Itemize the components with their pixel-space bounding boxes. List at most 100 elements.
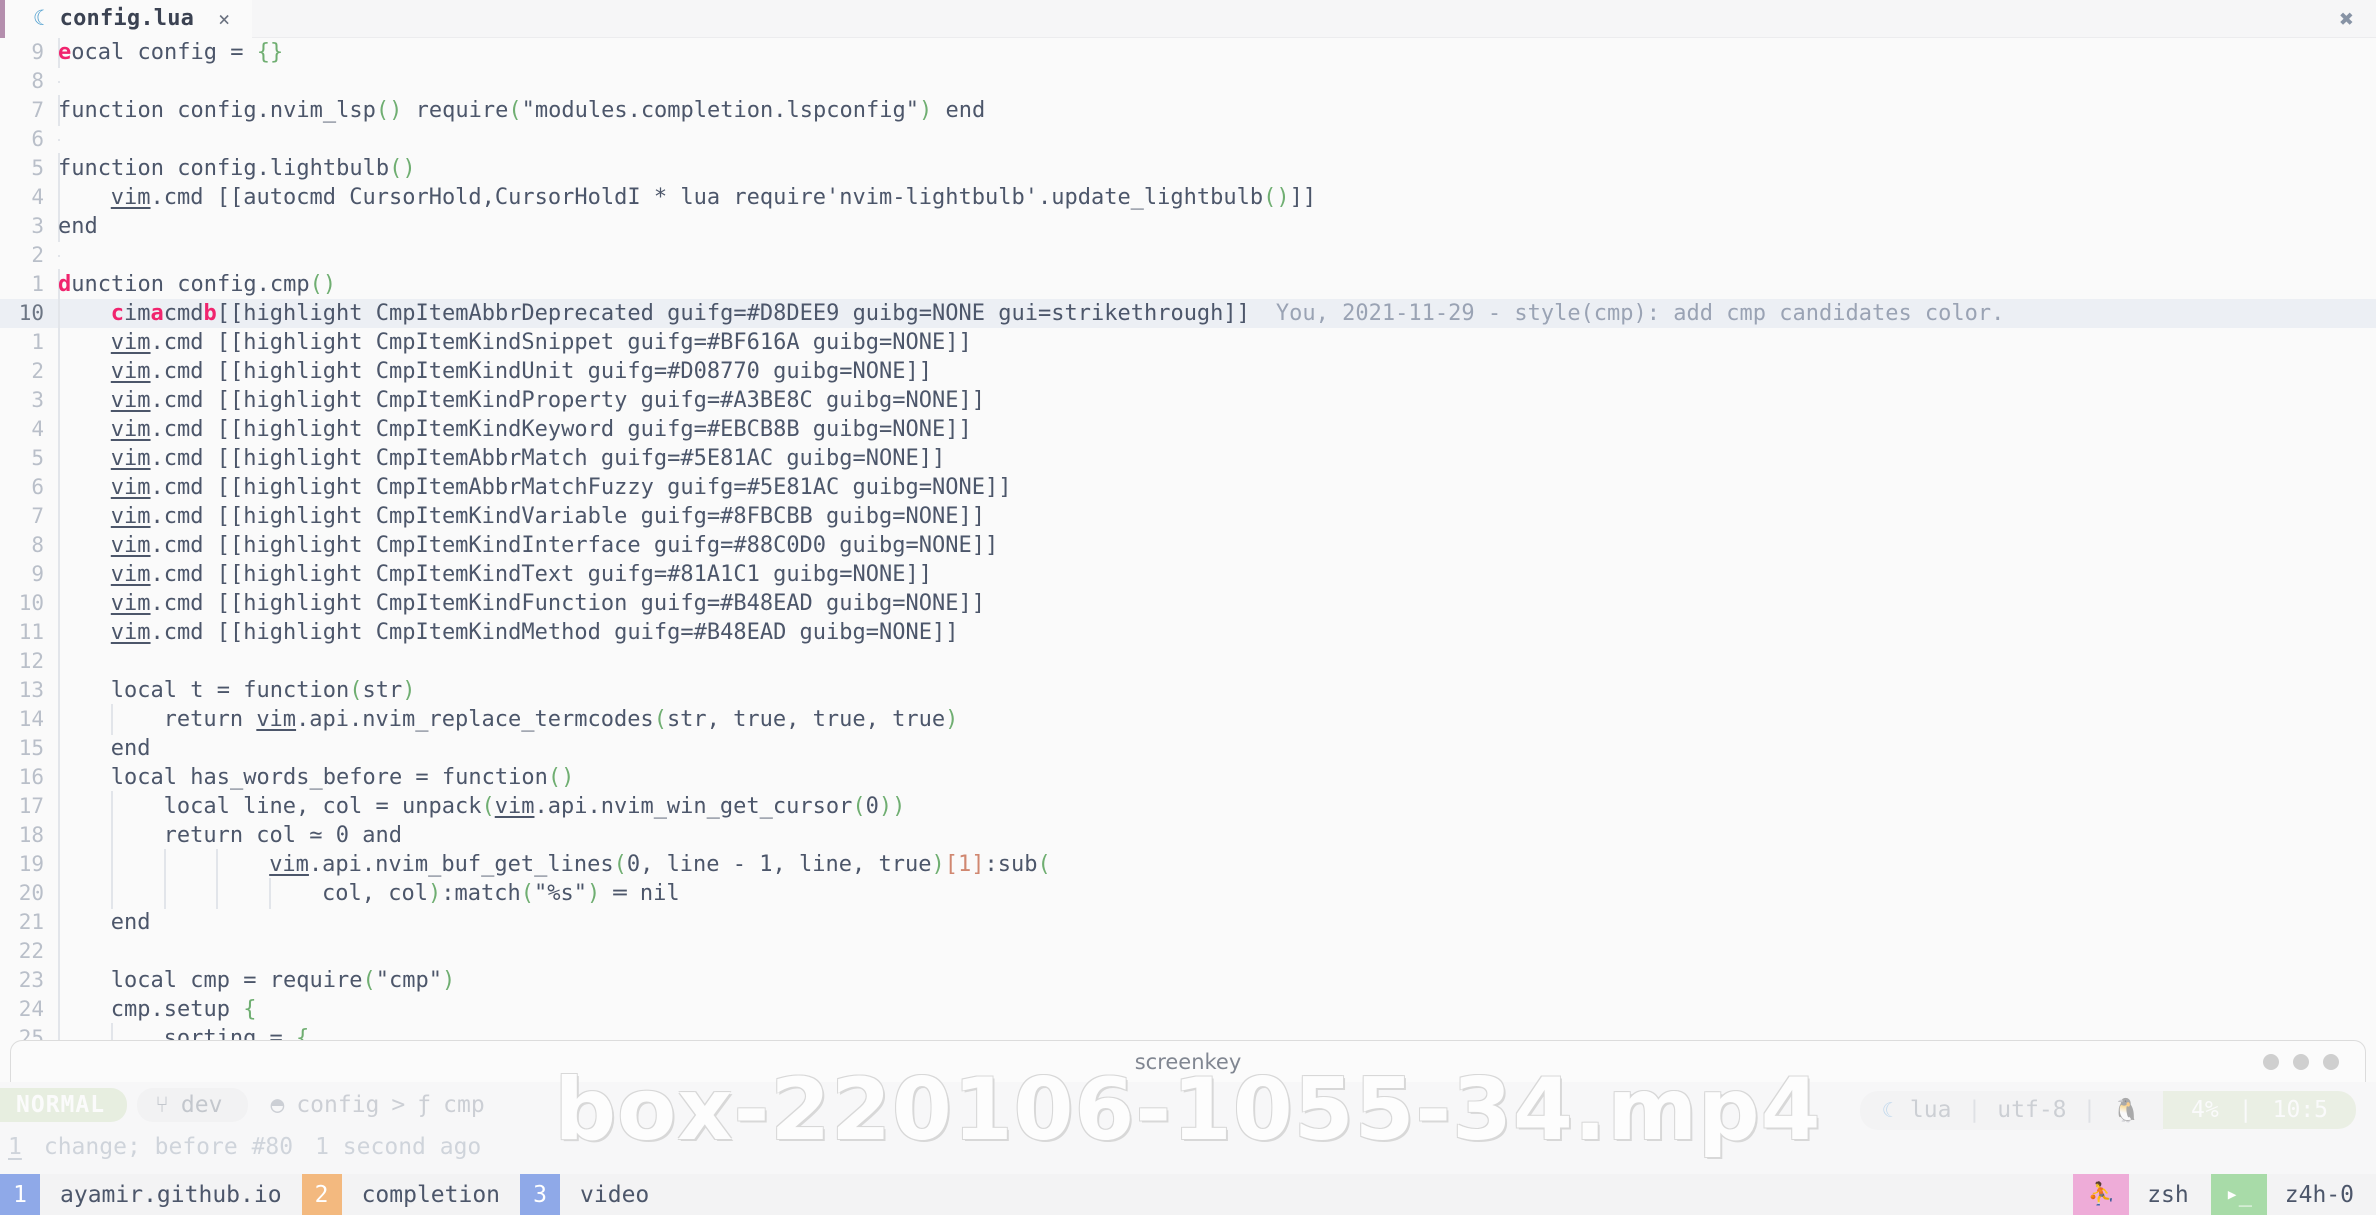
- code-text[interactable]: vim.cmd [[highlight CmpItemKindUnit guif…: [58, 356, 2376, 387]
- code-line[interactable]: 4 vim.cmd [[highlight CmpItemKindKeyword …: [0, 414, 2376, 445]
- code-line[interactable]: 11 vim.cmd [[highlight CmpItemKindMethod …: [0, 617, 2376, 648]
- tmux-window-index: 1: [0, 1174, 40, 1215]
- line-number: 2: [31, 359, 44, 383]
- code-text[interactable]: vim.cmd [[highlight CmpItemKindVariable …: [58, 501, 2376, 532]
- code-text[interactable]: vim.cmd [[highlight CmpItemKindText guif…: [58, 559, 2376, 590]
- code-line[interactable]: 6 vim.cmd [[highlight CmpItemAbbrMatchFuz…: [0, 472, 2376, 503]
- line-number: 13: [18, 678, 44, 702]
- tmux-window-ayamir.github.io[interactable]: 1 ayamir.github.io: [0, 1174, 302, 1215]
- code-text[interactable]: [58, 646, 2376, 677]
- breadcrumb-separator: >: [391, 1092, 406, 1118]
- code-line[interactable]: 8 vim.cmd [[highlight CmpItemKindInterfac…: [0, 530, 2376, 561]
- code-line[interactable]: 1 dunction config.cmp(): [0, 269, 2376, 300]
- code-text[interactable]: local t = function(str): [58, 675, 2376, 706]
- line-number: 9: [31, 40, 44, 64]
- status-git-branch[interactable]: ⑂ dev: [137, 1088, 249, 1122]
- code-text[interactable]: vim.cmd [[highlight CmpItemKindProperty …: [58, 385, 2376, 416]
- code-text[interactable]: local has_words_before = function(): [58, 762, 2376, 793]
- code-line[interactable]: 22: [0, 936, 2376, 967]
- code-text[interactable]: col, col):match("%s") ═ nil: [58, 878, 2376, 909]
- code-text[interactable]: cmp.setup {: [58, 994, 2376, 1025]
- code-line[interactable]: 6: [0, 125, 2376, 154]
- undo-count: 1: [8, 1134, 22, 1160]
- code-text[interactable]: vim.cmd [[highlight CmpItemKindFunction …: [58, 588, 2376, 619]
- code-text-content: vim.cmd [[highlight CmpItemKindFunction …: [110, 591, 985, 616]
- code-line[interactable]: 16 local has_words_before = function(): [0, 762, 2376, 793]
- code-line[interactable]: 9 vim.cmd [[highlight CmpItemKindText gui…: [0, 559, 2376, 590]
- tmux-window-video[interactable]: 3 video: [520, 1174, 669, 1215]
- window-dot-icon[interactable]: [2293, 1053, 2309, 1070]
- code-line[interactable]: 13 local t = function(str): [0, 675, 2376, 706]
- code-line[interactable]: 5 function config.lightbulb(): [0, 153, 2376, 184]
- line-number: 3: [31, 388, 44, 412]
- code-line[interactable]: 17 local line, col = unpack(vim.api.nvim_…: [0, 791, 2376, 822]
- window-dot-icon[interactable]: [2323, 1053, 2339, 1070]
- code-line[interactable]: 9 eocal config = {}: [0, 38, 2376, 68]
- tmux-window-list[interactable]: 1 ayamir.github.io 2 completion 3 video: [0, 1174, 669, 1215]
- editor-area[interactable]: 9 eocal config = {} 8 7 function config.nvim…: [0, 38, 2376, 1048]
- code-text-content: local cmp = require("cmp"): [110, 968, 456, 993]
- code-text[interactable]: eocal config = {}: [58, 38, 2376, 68]
- tmux-window-completion[interactable]: 2 completion: [301, 1174, 520, 1215]
- code-text[interactable]: [58, 936, 2376, 967]
- code-line[interactable]: 4 vim.cmd [[autocmd CursorHold,CursorHold…: [0, 182, 2376, 213]
- code-text[interactable]: vim.cmd [[highlight CmpItemKindSnippet g…: [58, 327, 2376, 358]
- code-text[interactable]: vim.cmd [[highlight CmpItemKindInterface…: [58, 530, 2376, 561]
- status-file-info: ☾ lua | utf-8 | 🐧: [1859, 1090, 2164, 1130]
- code-line[interactable]: 21 end: [0, 907, 2376, 938]
- line-number: 4: [31, 185, 44, 209]
- code-text[interactable]: vim.cmd [[highlight CmpItemAbbrMatchFuzz…: [58, 472, 2376, 503]
- code-line[interactable]: 1 vim.cmd [[highlight CmpItemKindSnippet …: [0, 327, 2376, 358]
- code-line[interactable]: 18 return col ≃ 0 and: [0, 820, 2376, 851]
- code-line[interactable]: 20 col, col):match("%s") ═ nil: [0, 878, 2376, 909]
- code-line[interactable]: 15 end: [0, 733, 2376, 764]
- window-close-icon[interactable]: ✖: [2340, 5, 2354, 33]
- code-line[interactable]: 14 return vim.api.nvim_replace_termcodes(…: [0, 704, 2376, 735]
- code-line[interactable]: 23 local cmp = require("cmp"): [0, 965, 2376, 996]
- code-text[interactable]: end: [58, 907, 2376, 938]
- code-line[interactable]: 7 vim.cmd [[highlight CmpItemKindVariable…: [0, 501, 2376, 532]
- buffer-tab-config-lua[interactable]: ☾ config.lua ×: [5, 0, 253, 38]
- code-line[interactable]: 12: [0, 646, 2376, 677]
- window-dot-icon[interactable]: [2263, 1053, 2279, 1070]
- screenkey-window[interactable]: screenkey: [10, 1040, 2366, 1082]
- code-text-content: [58, 939, 111, 964]
- code-line[interactable]: 24 cmp.setup {: [0, 994, 2376, 1025]
- code-text[interactable]: function config.nvim_lsp() require("modu…: [58, 95, 2376, 126]
- terminal-icon: ▸_: [2210, 1174, 2267, 1215]
- line-number: 5: [31, 446, 44, 470]
- screenkey-window-controls[interactable]: [2263, 1053, 2339, 1070]
- code-text[interactable]: local cmp = require("cmp"): [58, 965, 2376, 996]
- code-text[interactable]: dunction config.cmp(): [58, 269, 2376, 300]
- code-line[interactable]: 10 vim.cmd [[highlight CmpItemKindFunctio…: [0, 588, 2376, 619]
- code-text[interactable]: vim.cmd [[autocmd CursorHold,CursorHoldI…: [58, 182, 2376, 213]
- code-text[interactable]: return vim.api.nvim_replace_termcodes(st…: [58, 704, 2376, 735]
- code-line[interactable]: 2: [0, 241, 2376, 270]
- line-number: 17: [18, 794, 44, 818]
- line-number: 14: [18, 707, 44, 731]
- code-text[interactable]: cimacmdb[[highlight CmpItemAbbrDeprecate…: [58, 298, 2376, 329]
- code-line[interactable]: 5 vim.cmd [[highlight CmpItemAbbrMatch gu…: [0, 443, 2376, 474]
- code-text[interactable]: end: [58, 733, 2376, 764]
- code-text[interactable]: end: [58, 211, 2376, 242]
- tmux-right-label: z4h-0: [2284, 1181, 2354, 1208]
- code-line[interactable]: 3 end: [0, 211, 2376, 242]
- code-line[interactable]: 8: [0, 67, 2376, 96]
- code-text-content: return col ≃ 0 and: [163, 823, 403, 848]
- code-text[interactable]: vim.cmd [[highlight CmpItemKindKeyword g…: [58, 414, 2376, 445]
- code-text[interactable]: vim.api.nvim_buf_get_lines(0, line - 1, …: [58, 849, 2376, 880]
- code-text[interactable]: vim.cmd [[highlight CmpItemAbbrMatch gui…: [58, 443, 2376, 474]
- indent-guides: [58, 936, 2376, 967]
- code-text[interactable]: local line, col = unpack(vim.api.nvim_wi…: [58, 791, 2376, 822]
- close-icon[interactable]: ×: [218, 7, 230, 31]
- code-line-cursor[interactable]: 10 cimacmdb[[highlight CmpItemAbbrDepreca…: [0, 298, 2376, 329]
- code-line[interactable]: 2 vim.cmd [[highlight CmpItemKindUnit gui…: [0, 356, 2376, 387]
- line-number: 2: [31, 243, 44, 267]
- code-line[interactable]: 19 vim.api.nvim_buf_get_lines(0, line - 1…: [0, 849, 2376, 880]
- code-line[interactable]: 7 function config.nvim_lsp() require("mod…: [0, 95, 2376, 126]
- code-text[interactable]: vim.cmd [[highlight CmpItemKindMethod gu…: [58, 617, 2376, 648]
- code-text[interactable]: return col ≃ 0 and: [58, 820, 2376, 851]
- code-buffer[interactable]: 9 eocal config = {} 8 7 function config.nvim…: [0, 38, 2376, 1048]
- code-line[interactable]: 3 vim.cmd [[highlight CmpItemKindProperty…: [0, 385, 2376, 416]
- code-text[interactable]: function config.lightbulb(): [58, 153, 2376, 184]
